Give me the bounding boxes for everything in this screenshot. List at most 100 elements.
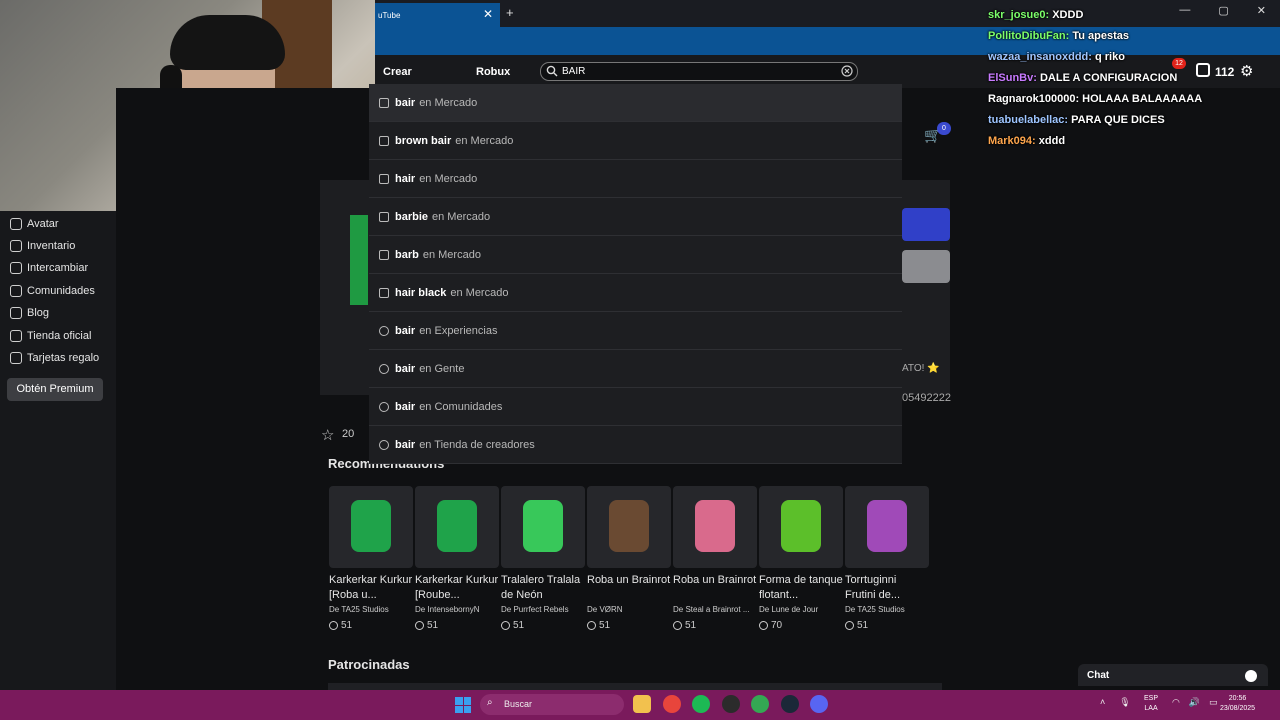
inventory-icon xyxy=(10,240,22,252)
sidebar-item-2[interactable]: Intercambiar xyxy=(10,262,88,274)
chat-widget[interactable]: Chat xyxy=(1078,664,1268,686)
suggestion-row[interactable]: bair en Gente xyxy=(369,350,902,388)
sidebar-item-0[interactable]: Avatar xyxy=(10,218,59,230)
suggestion-row[interactable]: bair en Comunidades xyxy=(369,388,902,426)
suggestion-row[interactable]: brown bair en Mercado xyxy=(369,122,902,160)
minimize-button[interactable]: — xyxy=(1179,4,1190,17)
gear-icon[interactable]: ⚙ xyxy=(1240,62,1253,80)
wifi-icon[interactable]: ◠ xyxy=(1172,697,1180,708)
suggestion-category: en Gente xyxy=(419,362,465,375)
file-explorer-icon[interactable] xyxy=(633,695,651,713)
suggestion-term: hair xyxy=(395,172,416,185)
gift-card-icon xyxy=(10,352,22,364)
sidebar-item-4[interactable]: Blog xyxy=(10,307,49,319)
new-tab-button[interactable]: + xyxy=(506,5,514,20)
sidebar-item-3[interactable]: Comunidades xyxy=(10,285,95,297)
suggestion-row[interactable]: bair en Tienda de creadores xyxy=(369,426,902,464)
buy-button[interactable] xyxy=(902,208,950,241)
suggestion-row[interactable]: bair en Mercado xyxy=(369,84,902,122)
robux-icon xyxy=(845,621,854,630)
item-name: Tralalero Tralala de Neón xyxy=(501,574,581,601)
suggestion-row[interactable]: barbie en Mercado xyxy=(369,198,902,236)
star-icon[interactable]: ☆ xyxy=(321,426,334,444)
item-thumbnail xyxy=(673,486,757,568)
item-card[interactable]: Tralalero Tralala de Neón De Purrfect Reb… xyxy=(501,486,585,631)
suggestion-term: bair xyxy=(395,362,416,375)
suggestion-row[interactable]: bair en Experiencias xyxy=(369,312,902,350)
volume-icon[interactable]: 🔊 xyxy=(1189,697,1200,708)
taskbar-search[interactable]: Buscar xyxy=(480,694,624,715)
steam-icon[interactable] xyxy=(780,695,799,713)
search-icon xyxy=(546,65,558,77)
robux-balance[interactable]: 112 xyxy=(1215,65,1234,79)
chrome-profile-icon[interactable] xyxy=(751,695,769,713)
maximize-button[interactable]: ▢ xyxy=(1218,4,1228,17)
chat-plus-icon[interactable] xyxy=(1245,670,1257,682)
close-button[interactable]: ✕ xyxy=(1257,4,1266,17)
item-card[interactable]: Karkerkar Kurkur [Roba u... De TA25 Studi… xyxy=(329,486,413,631)
tab-close-icon[interactable]: ✕ xyxy=(483,7,493,21)
obs-icon[interactable] xyxy=(721,695,740,713)
creator-prefix: De xyxy=(415,605,428,614)
chat-text: XDDD xyxy=(1052,9,1084,21)
item-price: 51 xyxy=(845,620,929,631)
suggestion-term: bair xyxy=(395,400,416,413)
suggestion-row[interactable]: hair black en Mercado xyxy=(369,274,902,312)
item-name: Roba un Brainrot xyxy=(673,574,757,586)
creator-prefix: De xyxy=(759,605,772,614)
chrome-icon[interactable] xyxy=(662,695,681,713)
clear-search-icon[interactable] xyxy=(841,65,853,77)
microphone-icon[interactable]: 🎙 xyxy=(1119,697,1130,708)
sidebar-item-1[interactable]: Inventario xyxy=(10,240,75,252)
browser-tab[interactable]: uTube xyxy=(375,3,500,27)
blog-icon xyxy=(10,307,22,319)
suggestion-term: bair xyxy=(395,438,416,451)
item-thumbnail-shape xyxy=(609,500,649,552)
chat-text: Tu apestas xyxy=(1072,30,1129,42)
sidebar-item-label: Inventario xyxy=(27,240,76,252)
item-thumbnail xyxy=(845,486,929,568)
suggestion-row[interactable]: hair en Mercado xyxy=(369,160,902,198)
search-input[interactable] xyxy=(540,62,858,81)
item-thumbnail-shape xyxy=(781,500,821,552)
marketplace-icon xyxy=(379,211,389,222)
battery-icon[interactable]: ▭ xyxy=(1209,697,1218,708)
robux-icon[interactable] xyxy=(1196,63,1210,77)
sidebar-item-6[interactable]: Tarjetas regalo xyxy=(10,352,99,364)
item-card[interactable]: Torrtuginni Frutini de... De TA25 Studios… xyxy=(845,486,929,631)
get-premium-button[interactable]: Obtén Premium xyxy=(7,378,103,401)
clock[interactable]: 20:56 23/08/2025 xyxy=(1220,694,1255,714)
spotify-icon[interactable] xyxy=(692,695,710,713)
item-price: 51 xyxy=(329,620,413,631)
window-controls: — ▢ ✕ xyxy=(1179,4,1280,17)
chat-username: tuabuelabellac: xyxy=(988,114,1069,126)
item-card[interactable]: Roba un Brainrot De Steal a Brainrot ... 5… xyxy=(673,486,757,631)
item-card[interactable]: Karkerkar Kurkur [Roube... De Intenseborn… xyxy=(415,486,499,631)
item-name: Forma de tanque flotant... xyxy=(759,574,843,601)
cart-badge: 0 xyxy=(937,122,951,135)
chat-message: skr_josue0: XDDD xyxy=(988,9,1083,21)
creator-prefix: De xyxy=(845,605,858,614)
item-thumbnail xyxy=(415,486,499,568)
try-on-button[interactable] xyxy=(902,250,950,283)
sidebar-item-5[interactable]: Tienda oficial xyxy=(10,330,91,342)
item-preview xyxy=(350,215,368,305)
discord-icon[interactable] xyxy=(810,695,828,713)
item-creator: De Steal a Brainrot ... xyxy=(673,605,757,614)
trade-icon xyxy=(10,262,22,274)
address-bar[interactable] xyxy=(375,27,1280,55)
lang-bottom: LAA xyxy=(1144,705,1158,712)
notification-badge[interactable]: 12 xyxy=(1172,58,1186,69)
nav-robux[interactable]: Robux xyxy=(476,66,510,78)
item-card[interactable]: Forma de tanque flotant... De Lune de Jou… xyxy=(759,486,843,631)
item-thumbnail xyxy=(759,486,843,568)
windows-start-icon[interactable] xyxy=(455,697,471,713)
nav-create[interactable]: Crear xyxy=(383,66,412,78)
chat-text: q riko xyxy=(1094,51,1125,63)
chevron-up-icon[interactable]: ˄ xyxy=(1100,697,1105,708)
communities-icon xyxy=(379,401,389,412)
item-name: Karkerkar Kurkur [Roba u... xyxy=(329,574,413,601)
suggestion-row[interactable]: barb en Mercado xyxy=(369,236,902,274)
item-card[interactable]: Roba un Brainrot De VØRN 51 xyxy=(587,486,671,631)
language-indicator[interactable]: ESP LAA xyxy=(1144,694,1158,714)
